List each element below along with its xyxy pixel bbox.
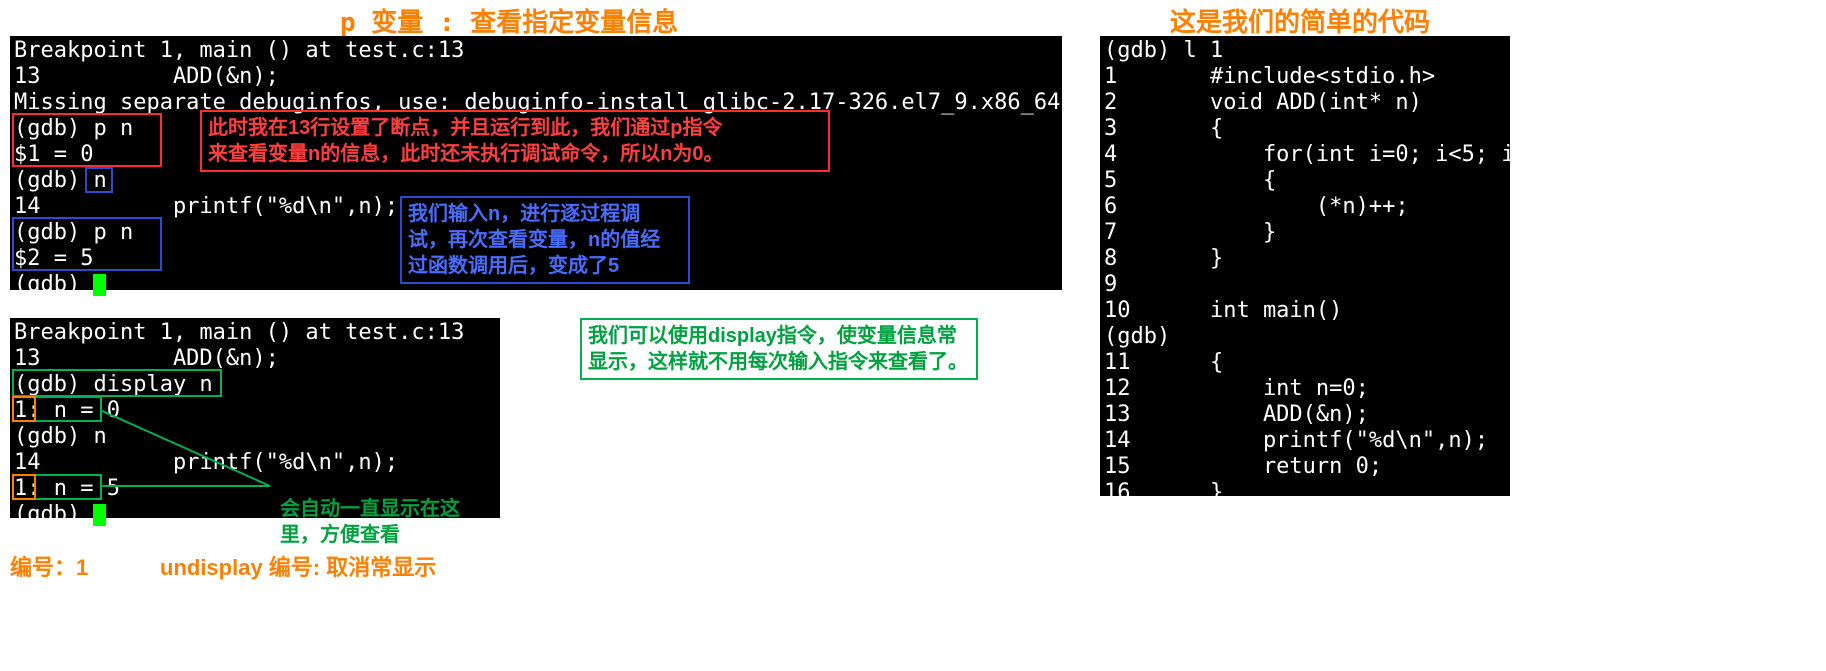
orange-num-text: 编号：1 [10, 555, 88, 580]
green-annotation: 我们可以使用display指令，使变量信息常 显示，这样就不用每次输入指令来查看… [580, 318, 978, 380]
green-box-text: 我们可以使用display指令，使变量信息常 显示，这样就不用每次输入指令来查看… [588, 325, 968, 373]
cursor-icon [93, 504, 106, 526]
code-terminal: (gdb) l 1 1 #include<stdio.h> 2 void ADD… [1100, 36, 1510, 496]
p-command-title: p 变量 : 查看指定变量信息 [340, 2, 678, 39]
orange-number-label: 编号：1 [10, 550, 88, 582]
orange-undisplay-text: undisplay 编号: 取消常显示 [160, 555, 436, 580]
red-annotation: 此时我在13行设置了断点，并且运行到此，我们通过p指令 来查看变量n的信息，此时… [200, 110, 830, 172]
cursor-icon [93, 274, 106, 296]
orange-undisplay-label: undisplay 编号: 取消常显示 [160, 550, 436, 582]
code-title: 这是我们的简单的代码 [1170, 2, 1430, 39]
green-auto-label: 会自动一直显示在这 里，方便查看 [280, 470, 460, 548]
blue-text: 我们输入n，进行逐过程调 试，再次查看变量，n的值经 过函数调用后，变成了5 [408, 203, 660, 277]
red-text: 此时我在13行设置了断点，并且运行到此，我们通过p指令 来查看变量n的信息，此时… [208, 117, 724, 165]
green-label-text: 会自动一直显示在这 里，方便查看 [280, 498, 460, 546]
blue-annotation: 我们输入n，进行逐过程调 试，再次查看变量，n的值经 过函数调用后，变成了5 [400, 196, 690, 284]
